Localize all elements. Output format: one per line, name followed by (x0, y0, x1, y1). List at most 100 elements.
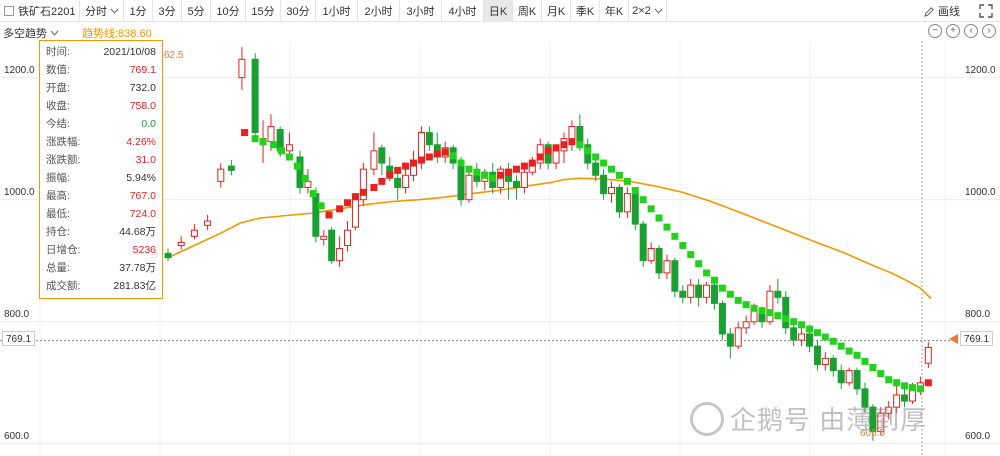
tooltip-row: 最低: 724.0 (46, 205, 156, 223)
tab-月K[interactable]: 月K (542, 0, 571, 22)
tooltip-label: 涨跌额: (46, 154, 81, 166)
tab-2小时[interactable]: 2小时 (358, 0, 400, 22)
trend-dot (449, 152, 457, 160)
chevron-down-icon (50, 30, 59, 36)
tab-15分[interactable]: 15分 (246, 0, 281, 22)
candle-body (608, 186, 616, 195)
trend-dot (309, 190, 317, 198)
y-tick-label: 1000.0 (4, 186, 35, 198)
candle-body (742, 321, 750, 329)
indicator-selector[interactable]: 多空趋势 (3, 25, 59, 41)
candle-body (425, 132, 433, 146)
candle-body (378, 147, 386, 164)
tooltip-row: 开盘: 732.0 (46, 79, 156, 97)
trend-dot (241, 129, 249, 137)
tab-季K[interactable]: 季K (571, 0, 600, 22)
candle-body (782, 296, 790, 329)
trend-dot (465, 165, 473, 173)
tab-5分[interactable]: 5分 (182, 0, 211, 22)
chevron-down-icon (654, 8, 663, 14)
tab-年K[interactable]: 年K (600, 0, 629, 22)
draw-line-button[interactable]: 画线 (924, 0, 960, 22)
tab-1小时[interactable]: 1小时 (316, 0, 358, 22)
trend-dot (344, 199, 352, 207)
y-tick-label: 600.0 (965, 430, 991, 442)
fullscreen-icon[interactable] (978, 3, 994, 19)
candle-body (663, 260, 671, 274)
zoom-out-icon[interactable]: − (928, 24, 942, 38)
tooltip-row: 持仓: 44.68万 (46, 223, 156, 241)
tab-label: 2×2 (632, 5, 651, 17)
tab-3分[interactable]: 3分 (153, 0, 182, 22)
trend-dot (734, 296, 742, 304)
trend-dot (608, 165, 616, 173)
tab-10分[interactable]: 10分 (211, 0, 246, 22)
tooltip-label: 最低: (46, 208, 70, 220)
trend-dot (528, 159, 536, 167)
candle-body (204, 220, 212, 226)
candle-body (251, 58, 259, 134)
pencil-icon (924, 6, 934, 17)
candle-body (829, 357, 837, 372)
tooltip-value: 767.0 (129, 190, 156, 202)
trend-dot-series (241, 129, 932, 393)
symbol-selector[interactable]: 铁矿石2201 (0, 0, 80, 22)
tab-3小时[interactable]: 3小时 (400, 0, 442, 22)
tab-分时[interactable]: 分时 (81, 0, 124, 22)
candle-body (600, 174, 608, 195)
scroll-left-icon[interactable]: ‹ (964, 24, 978, 38)
tooltip-label: 今结: (46, 118, 70, 130)
trend-dot (631, 187, 639, 195)
candle-body (320, 235, 328, 240)
candle-body (267, 125, 275, 143)
candle-body (312, 193, 320, 237)
candle-body (845, 370, 853, 384)
candle-body (370, 150, 378, 170)
trend-dot (885, 376, 893, 384)
trend-dot (837, 342, 845, 350)
trend-dot (600, 159, 608, 167)
tab-4小时[interactable]: 4小时 (442, 0, 484, 22)
candle-body (285, 144, 293, 152)
tooltip-label: 时间: (46, 46, 70, 58)
tooltip-value: 44.68万 (119, 226, 156, 238)
candle-body (695, 284, 703, 298)
candle-body (821, 357, 829, 365)
y-tick-label: 800.0 (4, 308, 30, 320)
tooltip-label: 数值: (46, 64, 70, 76)
trend-dot (663, 223, 671, 231)
tooltip-value: 732.0 (129, 82, 156, 94)
tab-2×2[interactable]: 2×2 (629, 0, 667, 22)
candle-body (465, 174, 473, 201)
tooltip-value: 5236 (132, 244, 156, 256)
trend-dot (679, 241, 687, 249)
tab-1分[interactable]: 1分 (124, 0, 153, 22)
tooltip-value: 769.1 (129, 64, 156, 76)
candle-body (592, 162, 600, 176)
trend-dot (359, 188, 367, 196)
trend-dot (505, 168, 513, 176)
trend-dot (750, 304, 758, 312)
tab-日K[interactable]: 日K (484, 0, 513, 22)
candle-body (394, 177, 402, 188)
crosshair-price-left: 769.1 (2, 331, 36, 346)
candle-body (671, 260, 679, 292)
trend-dot (489, 174, 497, 182)
trend-dot (726, 290, 734, 298)
checkbox-icon[interactable] (4, 6, 14, 16)
tab-周K[interactable]: 周K (513, 0, 542, 22)
trend-dot (441, 148, 449, 156)
tooltip-row: 振幅: 5.94% (46, 169, 156, 187)
candle-body (296, 156, 304, 188)
candle-body (623, 193, 631, 213)
trend-dot (394, 166, 402, 174)
zoom-in-icon[interactable]: + (946, 24, 960, 38)
candle-series (151, 47, 932, 441)
scroll-right-icon[interactable]: › (982, 24, 996, 38)
trend-dot (378, 177, 386, 185)
tooltip-row: 涨跌幅: 4.26% (46, 133, 156, 151)
candle-body (344, 229, 352, 246)
trend-dot (893, 379, 901, 387)
tab-30分[interactable]: 30分 (281, 0, 316, 22)
candle-body (615, 186, 623, 213)
